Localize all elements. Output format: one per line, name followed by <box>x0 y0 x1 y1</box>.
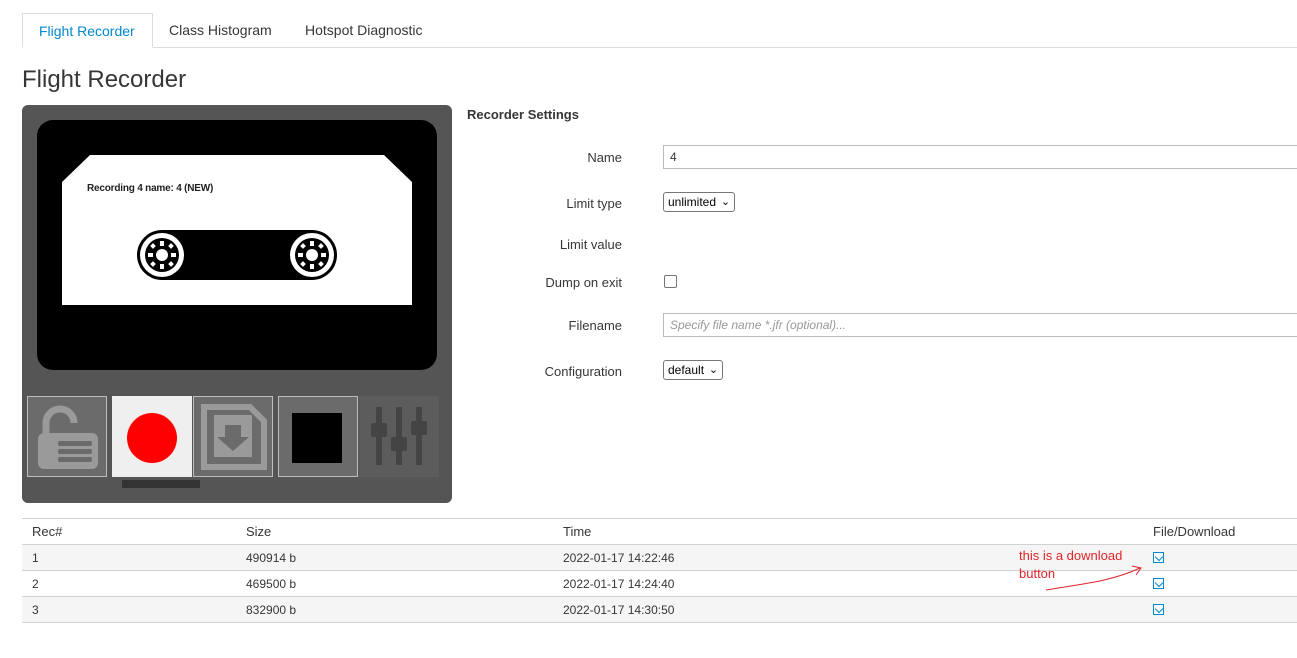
record-icon <box>127 413 177 463</box>
time-cell: 2022-01-17 14:24:40 <box>563 577 675 591</box>
header-time: Time <box>563 524 592 539</box>
cassette-graphic: Recording 4 name: 4 (NEW) <box>37 120 437 370</box>
table-header-row: Rec# Size Time File/Download <box>22 519 1297 545</box>
chevron-down-icon: ⌄ <box>720 196 731 208</box>
right-reel-icon <box>290 233 334 277</box>
dump-on-exit-checkbox[interactable] <box>664 275 677 288</box>
stop-button[interactable] <box>278 396 358 477</box>
limit-type-select[interactable]: unlimited ⌄ <box>663 192 736 212</box>
size-cell: 832900 b <box>246 603 297 617</box>
tape-window <box>137 230 337 280</box>
filename-input[interactable]: Specify file name *.jfr (optional)... <box>663 313 1297 337</box>
header-file-download: File/Download <box>1153 524 1236 539</box>
settings-sliders-icon <box>371 407 427 465</box>
record-indicator <box>122 480 200 488</box>
name-label: Name <box>587 150 622 165</box>
unlock-icon <box>38 405 98 469</box>
stop-icon <box>292 413 342 463</box>
tab-bar: Flight Recorder Class Histogram Hotspot … <box>22 13 1297 48</box>
configuration-select[interactable]: default ⌄ <box>663 360 724 380</box>
unlock-button[interactable] <box>27 396 107 477</box>
header-rec: Rec# <box>32 524 63 539</box>
tab-flight-recorder[interactable]: Flight Recorder <box>22 13 153 48</box>
time-cell: 2022-01-17 14:22:46 <box>563 551 675 565</box>
recorder-panel: Recording 4 name: 4 (NEW) <box>22 105 452 503</box>
chevron-down-icon: ⌄ <box>708 364 719 376</box>
configuration-label: Configuration <box>544 364 622 379</box>
record-button[interactable] <box>112 396 192 477</box>
size-cell: 490914 b <box>246 551 297 565</box>
download-icon[interactable] <box>1153 604 1164 615</box>
recording-label-text: Recording 4 name: 4 (NEW) <box>87 183 214 194</box>
rec-cell: 3 <box>32 603 39 617</box>
annotation-arrow-icon <box>1045 565 1142 591</box>
left-reel-icon <box>140 233 184 277</box>
tab-class-histogram[interactable]: Class Histogram <box>153 13 288 47</box>
page-title: Flight Recorder <box>22 66 187 93</box>
table-row: 3 832900 b 2022-01-17 14:30:50 <box>22 597 1297 623</box>
dump-on-exit-label: Dump on exit <box>545 275 622 290</box>
rec-cell: 1 <box>32 551 39 565</box>
cassette-label: Recording 4 name: 4 (NEW) <box>62 155 412 305</box>
download-icon[interactable] <box>1153 552 1164 563</box>
filename-label: Filename <box>568 318 622 333</box>
tab-hotspot-diagnostic[interactable]: Hotspot Diagnostic <box>289 13 439 47</box>
limit-type-label: Limit type <box>566 196 622 211</box>
download-icon[interactable] <box>1153 578 1164 589</box>
settings-button[interactable] <box>359 396 439 477</box>
limit-value-label: Limit value <box>559 237 622 252</box>
save-button[interactable] <box>193 396 273 477</box>
size-cell: 469500 b <box>246 577 297 591</box>
time-cell: 2022-01-17 14:30:50 <box>563 603 675 617</box>
recorder-settings-title: Recorder Settings <box>467 107 579 122</box>
name-input[interactable]: 4 <box>663 145 1297 169</box>
header-size: Size <box>246 524 272 539</box>
configuration-value: default <box>668 363 705 377</box>
limit-type-value: unlimited <box>668 195 717 209</box>
rec-cell: 2 <box>32 577 39 591</box>
save-icon <box>201 404 267 470</box>
